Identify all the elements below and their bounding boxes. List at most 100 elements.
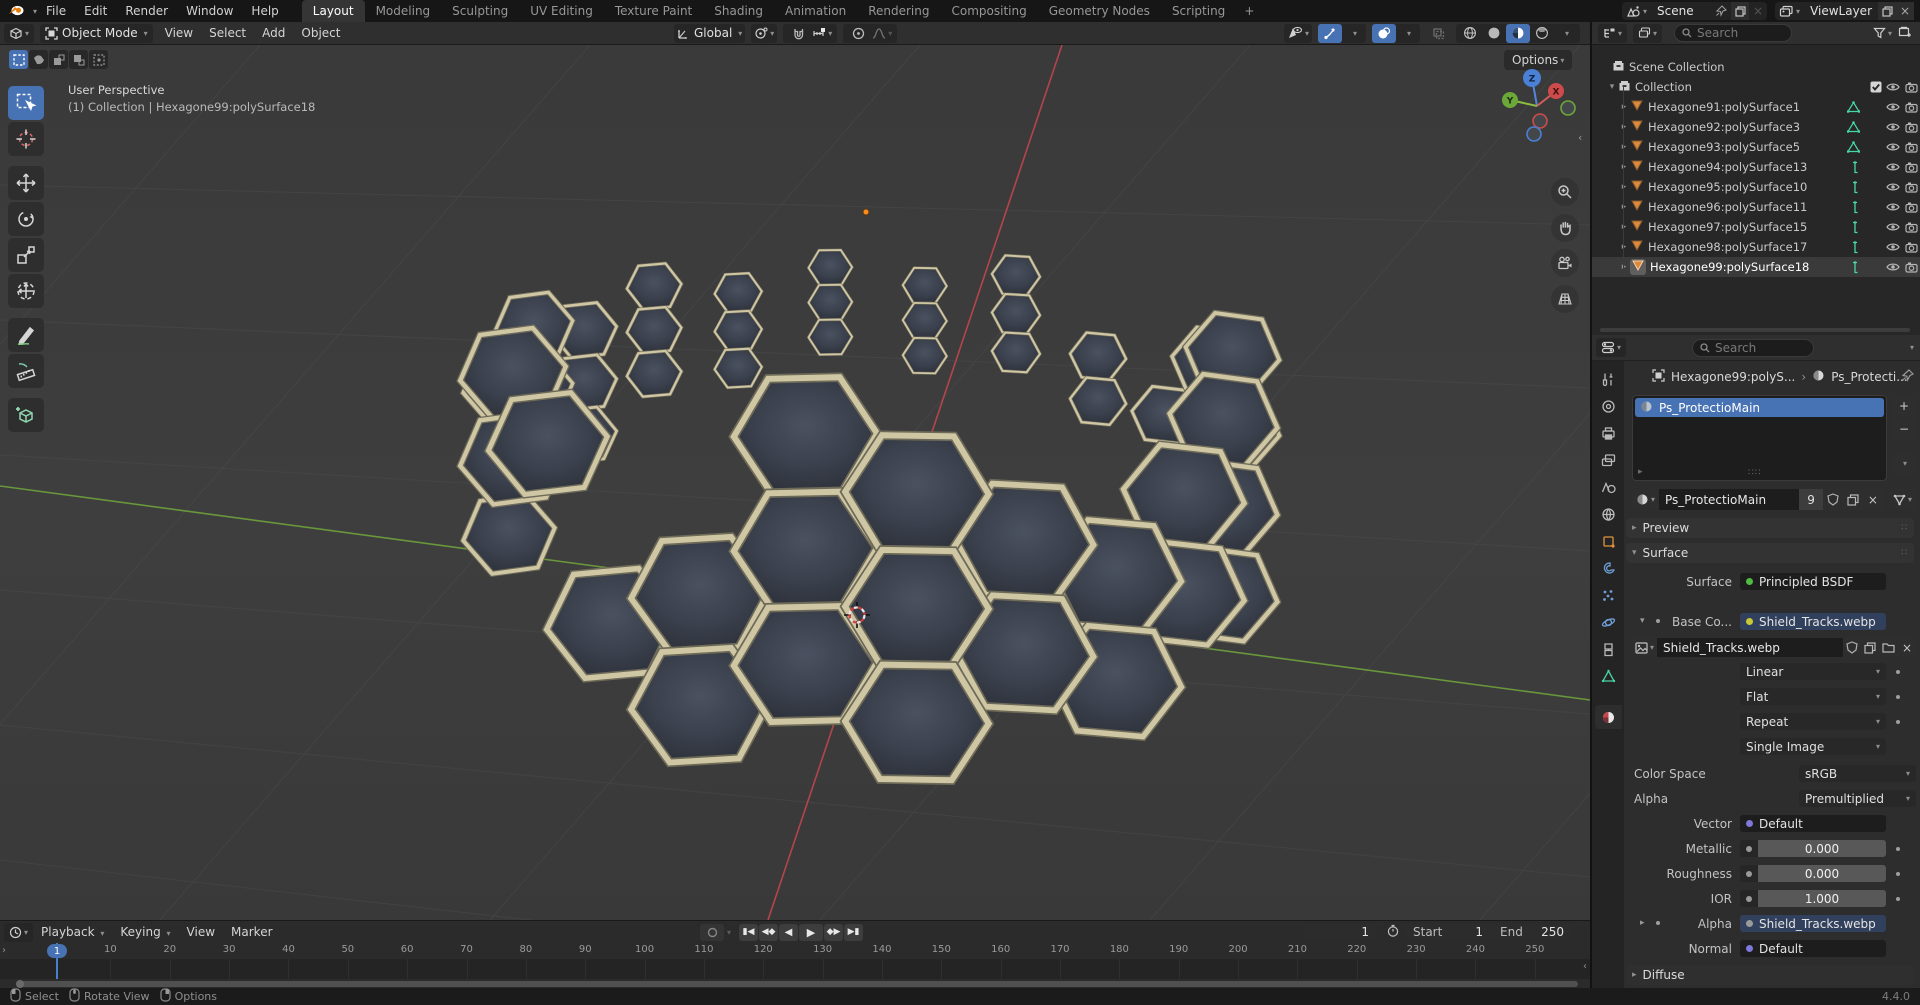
hide-eye-icon[interactable] — [1886, 222, 1900, 232]
disable-render-camera-icon[interactable] — [1905, 142, 1918, 153]
auto-keyframe-toggle[interactable] — [700, 924, 724, 941]
tab-object[interactable] — [1595, 529, 1622, 553]
overlays-dropdown[interactable]: ▾ — [1396, 24, 1420, 43]
shading-dropdown[interactable]: ▾ — [1554, 24, 1578, 43]
hide-eye-icon[interactable] — [1886, 102, 1900, 112]
select-mode-invert[interactable] — [69, 50, 88, 69]
tab-physics[interactable] — [1595, 610, 1622, 634]
workspace-tab-modeling[interactable]: Modeling — [365, 0, 442, 22]
outliner-search[interactable]: Search — [1674, 24, 1792, 42]
current-frame-badge[interactable]: 1 — [47, 944, 67, 958]
prev-keyframe-button[interactable]: ◀◆ — [759, 924, 778, 941]
blender-logo-icon[interactable] — [0, 3, 31, 20]
outliner-scrollbar[interactable] — [1600, 328, 1910, 332]
outliner-filter-button[interactable]: ▾ — [1873, 27, 1892, 39]
timeline-editor-type-button[interactable]: ▾ — [4, 923, 33, 942]
decorator-dot[interactable] — [1896, 847, 1900, 851]
tool-add-cube[interactable] — [8, 398, 44, 432]
tab-scene[interactable] — [1595, 475, 1622, 499]
gizmo-x-neg-axis[interactable] — [1533, 114, 1547, 128]
property-field[interactable]: Default — [1740, 940, 1886, 957]
xray-toggle[interactable] — [1426, 24, 1450, 43]
outliner-row-object[interactable]: ▸Hexagone97:polySurface15 — [1592, 217, 1920, 237]
outliner-filter-id-type[interactable]: ▾ — [1633, 24, 1662, 43]
expand-caret[interactable]: ▸ — [1618, 202, 1630, 212]
material-link-node-button[interactable]: ▾ — [1889, 489, 1916, 510]
viewlayer-name[interactable]: ViewLayer — [1804, 4, 1878, 18]
breadcrumb-object[interactable]: Hexagone99:polyS... — [1671, 370, 1795, 384]
property-dropdown[interactable]: Premultiplied▾ — [1799, 790, 1916, 807]
viewport-menu-object[interactable]: Object — [293, 26, 348, 40]
object-visibility-selector[interactable]: ▾ — [1284, 24, 1312, 43]
select-mode-subtract[interactable] — [49, 50, 68, 69]
outliner-row-scene-collection[interactable]: Scene Collection — [1592, 57, 1920, 77]
tab-constraints[interactable] — [1595, 637, 1622, 661]
hide-eye-icon[interactable] — [1886, 162, 1900, 172]
pan-hand-button[interactable] — [1551, 214, 1579, 242]
decorator-dot[interactable] — [1896, 695, 1900, 699]
play-reverse-button[interactable]: ◀ — [779, 924, 798, 941]
outliner-row-object[interactable]: ▸Hexagone93:polySurface5 — [1592, 137, 1920, 157]
add-workspace-button[interactable]: + — [1236, 4, 1262, 18]
viewport-menu-select[interactable]: Select — [201, 26, 254, 40]
tool-rotate[interactable] — [8, 202, 44, 236]
browse-image-button[interactable]: ▾ — [1632, 638, 1657, 657]
workspace-tab-compositing[interactable]: Compositing — [940, 0, 1037, 22]
timeline-tick-area[interactable] — [0, 959, 1590, 979]
unlink-image-button[interactable]: × — [1898, 638, 1916, 657]
viewlayer-copy-button[interactable] — [1878, 2, 1896, 20]
outliner-row-object[interactable]: ▸Hexagone91:polySurface1 — [1592, 97, 1920, 117]
tab-modifiers[interactable] — [1595, 556, 1622, 580]
property-field[interactable]: Principled BSDF — [1740, 573, 1886, 590]
timeline-expand-arrow[interactable]: › — [2, 945, 6, 956]
disable-render-camera-icon[interactable] — [1905, 222, 1918, 233]
outliner-display-mode[interactable]: ▾ — [1598, 24, 1627, 43]
open-image-button[interactable] — [1879, 638, 1898, 657]
decorator-dot[interactable] — [1896, 872, 1900, 876]
timeline-scrollbar-handle[interactable] — [18, 981, 1578, 987]
workspace-tab-animation[interactable]: Animation — [774, 0, 857, 22]
workspace-tab-rendering[interactable]: Rendering — [857, 0, 940, 22]
scene-icon[interactable]: ▾ — [1622, 2, 1651, 20]
menu-render[interactable]: Render — [116, 0, 177, 22]
workspace-tab-sculpting[interactable]: Sculpting — [441, 0, 519, 22]
panel-diffuse[interactable]: ▸Diffuse — [1626, 965, 1914, 985]
timeline-collapse-arrow[interactable]: ‹ — [1583, 961, 1587, 972]
expand-caret[interactable]: ▸ — [1618, 182, 1630, 192]
timeline-menu-keying[interactable]: Keying ▾ — [112, 925, 178, 939]
disable-render-camera-icon[interactable] — [1905, 102, 1918, 113]
disable-render-camera-icon[interactable] — [1905, 242, 1918, 253]
material-slot-row[interactable]: Ps_ProtectioMain — [1635, 398, 1884, 417]
tab-particles[interactable] — [1595, 583, 1622, 607]
property-dropdown[interactable]: sRGB▾ — [1799, 765, 1916, 782]
workspace-tab-scripting[interactable]: Scripting — [1161, 0, 1236, 22]
tab-data[interactable] — [1595, 664, 1622, 688]
decorator-dot[interactable] — [1896, 670, 1900, 674]
new-collection-button[interactable] — [1898, 25, 1912, 41]
viewport-menu-add[interactable]: Add — [254, 26, 293, 40]
menu-file[interactable]: File — [37, 0, 75, 22]
image-fake-user-button[interactable] — [1843, 638, 1861, 657]
unlink-material-button[interactable]: × — [1863, 489, 1883, 510]
disable-render-camera-icon[interactable] — [1905, 82, 1918, 93]
tool-annotate[interactable] — [8, 318, 44, 352]
disable-render-camera-icon[interactable] — [1905, 122, 1918, 133]
shading-material-button[interactable] — [1506, 24, 1530, 43]
tab-material[interactable] — [1595, 705, 1622, 729]
viewlayer-icon[interactable]: ▾ — [1775, 2, 1804, 20]
property-field[interactable]: Default — [1740, 815, 1886, 832]
disable-render-camera-icon[interactable] — [1905, 162, 1918, 173]
orientation-selector[interactable]: Global▾ — [674, 24, 745, 43]
expand-caret[interactable]: ▸ — [1618, 242, 1630, 252]
material-users-button[interactable]: 9 — [1799, 489, 1823, 510]
hide-eye-icon[interactable] — [1886, 262, 1900, 272]
material-name-field[interactable]: Ps_ProtectioMain — [1659, 489, 1799, 510]
menu-window[interactable]: Window — [177, 0, 242, 22]
breadcrumb-material[interactable]: Ps_Protecti... — [1831, 370, 1907, 384]
panel-surface[interactable]: ▾Surface∷ — [1626, 543, 1914, 563]
scene-name[interactable]: Scene — [1651, 4, 1711, 18]
workspace-tab-shading[interactable]: Shading — [703, 0, 774, 22]
show-gizmo-toggle[interactable] — [1318, 24, 1342, 43]
workspace-tab-geometry-nodes[interactable]: Geometry Nodes — [1038, 0, 1161, 22]
shading-wireframe-button[interactable] — [1458, 24, 1482, 43]
